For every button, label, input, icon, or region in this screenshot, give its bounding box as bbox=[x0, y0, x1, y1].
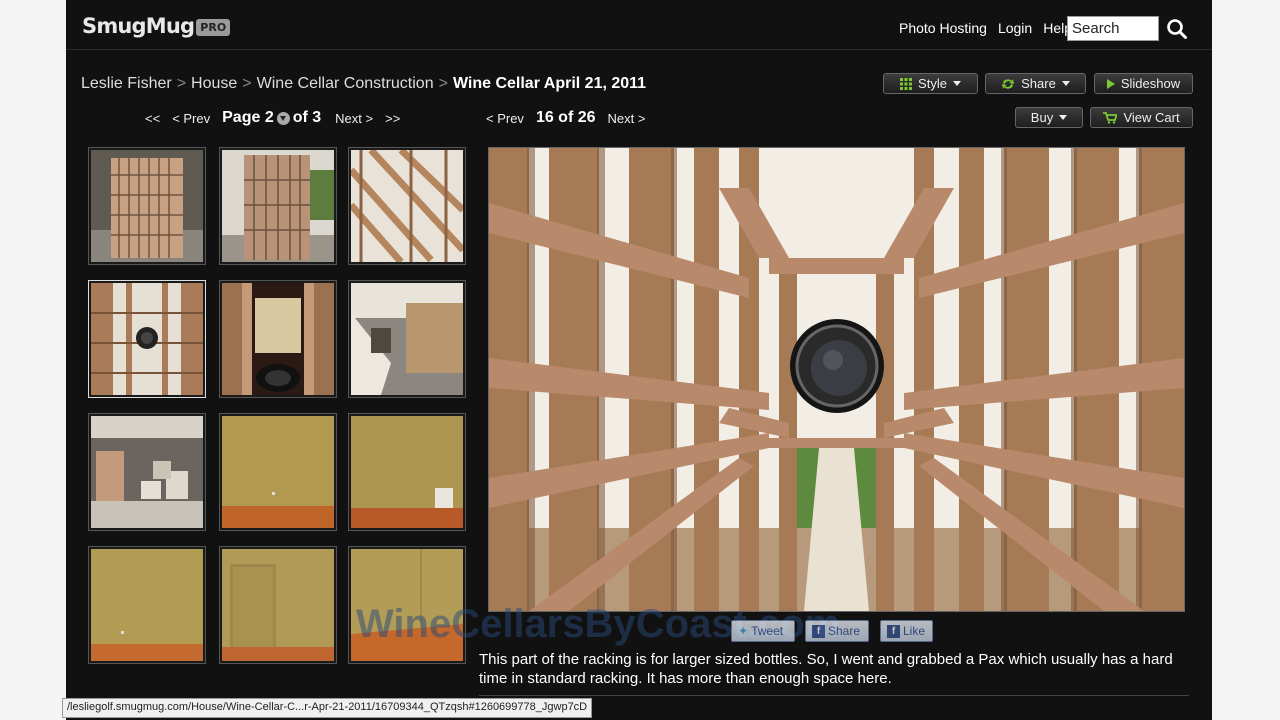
thumbnail-2[interactable] bbox=[219, 147, 337, 265]
thumbnail-image bbox=[222, 416, 334, 528]
facebook-share-button[interactable]: f Share bbox=[805, 620, 869, 642]
thumbnail-image bbox=[222, 283, 334, 395]
cart-icon bbox=[1103, 111, 1118, 124]
grid-icon bbox=[900, 77, 913, 90]
gallery-page: SmugMugPRO Photo Hosting Login Help Lesl… bbox=[66, 0, 1212, 720]
thumbnail-11[interactable] bbox=[219, 546, 337, 664]
thumbnail-10[interactable] bbox=[88, 546, 206, 664]
thumbnail-image bbox=[222, 150, 334, 262]
main-photo-image bbox=[489, 148, 1184, 611]
thumbnail-grid bbox=[88, 147, 469, 665]
thumbnail-image bbox=[91, 549, 203, 661]
left-gutter bbox=[0, 0, 66, 720]
thumbnail-5[interactable] bbox=[219, 280, 337, 398]
style-label: Style bbox=[918, 76, 947, 91]
logo-text: SmugMug bbox=[82, 14, 195, 38]
chevron-down-icon bbox=[1059, 115, 1068, 120]
facebook-like-button[interactable]: f Like bbox=[880, 620, 933, 642]
main-photo[interactable] bbox=[488, 147, 1185, 612]
prev-photo-link[interactable]: < Prev bbox=[486, 111, 524, 126]
view-cart-button[interactable]: View Cart bbox=[1090, 107, 1193, 128]
slideshow-label: Slideshow bbox=[1120, 76, 1181, 91]
search-icon[interactable] bbox=[1166, 18, 1188, 40]
buy-label: Buy bbox=[1030, 110, 1054, 125]
thumbnail-4-selected[interactable] bbox=[88, 280, 206, 398]
breadcrumb-wine-cellar-construction[interactable]: Wine Cellar Construction bbox=[257, 75, 434, 92]
view-cart-label: View Cart bbox=[1123, 110, 1180, 125]
facebook-icon: f bbox=[887, 624, 900, 638]
share-label: Share bbox=[1021, 76, 1056, 91]
chevron-down-icon bbox=[952, 81, 961, 86]
thumbnail-image bbox=[351, 283, 463, 395]
thumbnail-image bbox=[348, 147, 466, 265]
thumbnail-6[interactable] bbox=[348, 280, 466, 398]
breadcrumb-leslie-fisher[interactable]: Leslie Fisher bbox=[81, 75, 172, 92]
thumbnail-7[interactable] bbox=[88, 413, 206, 531]
thumbnail-3[interactable] bbox=[348, 147, 466, 265]
thumbnail-9[interactable] bbox=[348, 413, 466, 531]
login-link[interactable]: Login bbox=[998, 20, 1032, 36]
smugmug-logo[interactable]: SmugMug PRO bbox=[82, 14, 231, 38]
gallery-title: Wine Cellar April 21, 2011 bbox=[452, 75, 647, 92]
breadcrumb: Leslie Fisher > House > Wine Cellar Construc… bbox=[81, 75, 646, 93]
photo-caption: This part of the racking is for larger s… bbox=[479, 651, 1173, 687]
caption-divider bbox=[479, 695, 1189, 696]
thumbnail-image bbox=[351, 416, 463, 528]
photo-hosting-link[interactable]: Photo Hosting bbox=[899, 20, 987, 36]
page-number: Page 2 bbox=[222, 109, 274, 126]
first-page-link[interactable]: << bbox=[145, 111, 160, 126]
last-page-link[interactable]: >> bbox=[385, 111, 400, 126]
tweet-label: Tweet bbox=[751, 624, 784, 638]
page-select-icon[interactable] bbox=[276, 111, 290, 125]
chevron-down-icon bbox=[1061, 81, 1070, 86]
play-icon bbox=[1106, 78, 1115, 89]
tweet-button[interactable]: ✦ Tweet bbox=[731, 620, 795, 642]
breadcrumb-separator: > bbox=[176, 75, 187, 92]
buy-button[interactable]: Buy bbox=[1015, 107, 1083, 128]
twitter-bird-icon: ✦ bbox=[738, 624, 749, 638]
breadcrumb-separator: > bbox=[242, 75, 252, 92]
browser-status-bar: /lesliegolf.smugmug.com/House/Wine-Cella… bbox=[62, 698, 593, 718]
top-links: Photo Hosting Login Help bbox=[899, 20, 1072, 36]
top-bar: SmugMug PRO Photo Hosting Login Help bbox=[66, 0, 1212, 50]
thumbnail-image bbox=[91, 150, 203, 262]
share-label: Share bbox=[828, 624, 861, 638]
prev-page-link[interactable]: < Prev bbox=[172, 111, 210, 126]
slideshow-button[interactable]: Slideshow bbox=[1094, 73, 1193, 94]
next-page-link[interactable]: Next > bbox=[335, 111, 373, 126]
photo-position: 16 of 26 bbox=[535, 109, 596, 126]
thumbnail-image bbox=[222, 549, 334, 661]
breadcrumb-separator: > bbox=[438, 75, 448, 92]
share-button[interactable]: Share bbox=[985, 73, 1086, 94]
search-input[interactable] bbox=[1067, 16, 1159, 41]
thumbnail-1[interactable] bbox=[88, 147, 206, 265]
thumbnail-8[interactable] bbox=[219, 413, 337, 531]
style-button[interactable]: Style bbox=[883, 73, 978, 94]
next-photo-link[interactable]: Next > bbox=[608, 111, 646, 126]
like-label: Like bbox=[903, 624, 926, 638]
right-gutter bbox=[1212, 0, 1280, 720]
breadcrumb-house[interactable]: House bbox=[191, 75, 237, 92]
share-arrows-icon bbox=[1002, 78, 1015, 89]
page-total: of 3 bbox=[292, 109, 322, 126]
thumbnail-image bbox=[91, 283, 203, 395]
thumbnail-image bbox=[91, 416, 203, 528]
pro-badge: PRO bbox=[196, 19, 231, 36]
page-pager: << < Prev Page 2 of 3 Next > >> bbox=[145, 109, 400, 127]
photo-pager: < Prev 16 of 26 Next > bbox=[486, 109, 645, 127]
facebook-icon: f bbox=[812, 624, 825, 638]
